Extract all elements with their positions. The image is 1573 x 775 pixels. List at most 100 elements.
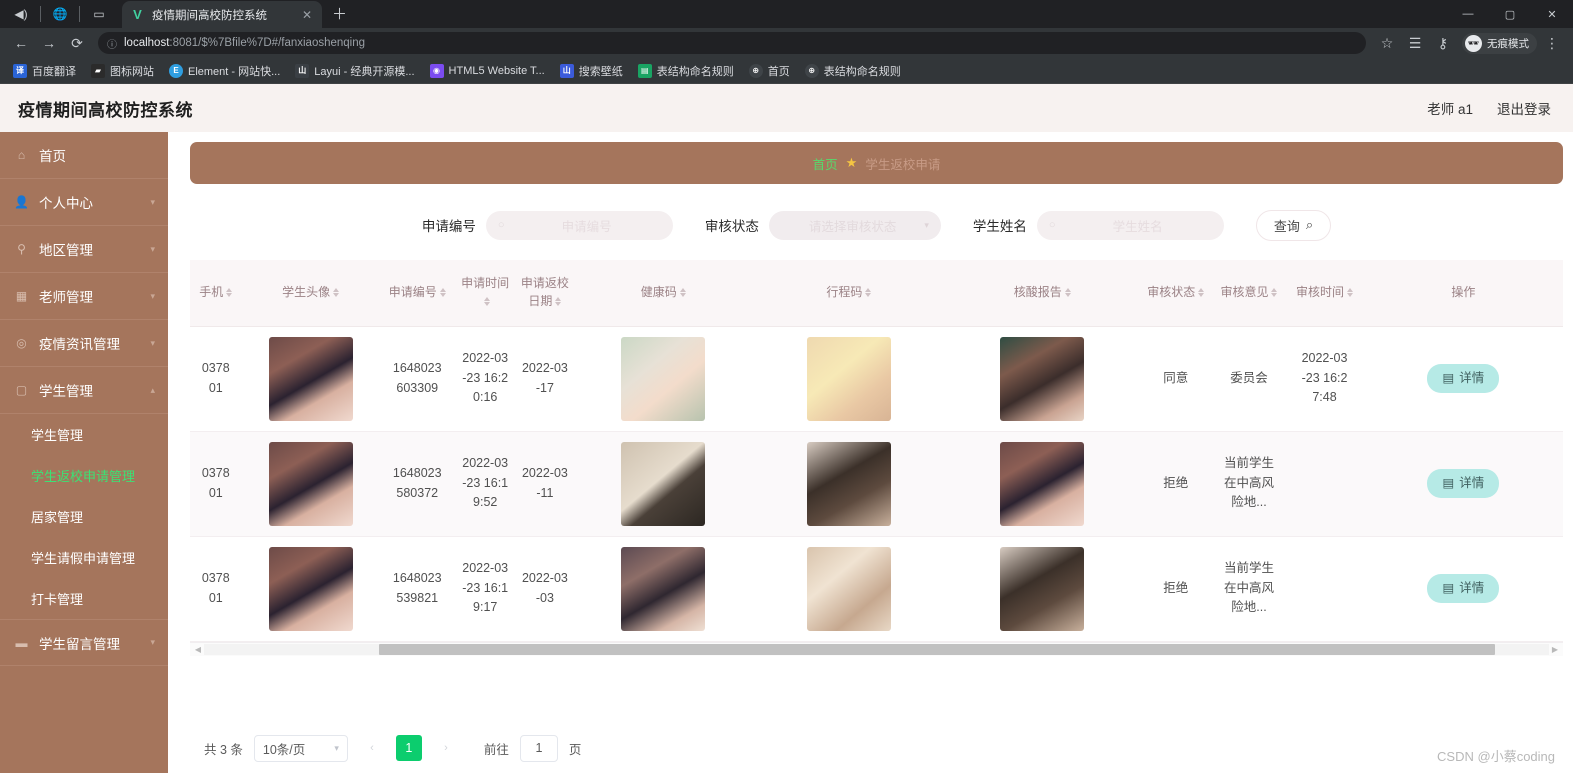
column-header-apply-no[interactable]: 申请编号 <box>379 260 455 327</box>
sort-icon[interactable] <box>483 297 490 307</box>
sort-icon[interactable] <box>865 288 872 298</box>
sort-icon[interactable] <box>555 297 562 307</box>
student-avatar[interactable] <box>268 336 353 421</box>
sort-icon[interactable] <box>226 288 233 298</box>
search-input-apply-no[interactable]: ○ 申请编号 <box>485 210 673 240</box>
column-header-nucleic-report[interactable]: 核酸报告 <box>945 260 1139 327</box>
sidebar-item-teacher[interactable]: ▦ 老师管理 ▾ <box>0 273 168 320</box>
logout-button[interactable]: 退出登录 <box>1497 98 1551 118</box>
close-window-button[interactable]: ✕ <box>1531 0 1573 28</box>
detail-button-label: 详情 <box>1459 475 1485 490</box>
page-number-1[interactable]: 1 <box>395 735 422 761</box>
column-header-travel-code[interactable]: 行程码 <box>752 260 946 327</box>
sidebar-subitem-return-application[interactable]: 学生返校申请管理 <box>0 455 168 496</box>
maximize-button[interactable]: ▢ <box>1489 0 1531 28</box>
bookmark-item[interactable]: ▰ 图标网站 <box>85 61 160 81</box>
column-header-review-time[interactable]: 审核时间 <box>1285 260 1364 327</box>
breadcrumb-home[interactable]: 首页 <box>813 154 838 173</box>
sidebar-item-student-message[interactable]: ▬ 学生留言管理 ▾ <box>0 619 168 666</box>
close-icon[interactable]: ✕ <box>300 8 314 22</box>
page-size-select[interactable]: 10条/页 ▾ <box>253 734 348 762</box>
sidebar-item-epidemic-news[interactable]: ◎ 疫情资讯管理 ▾ <box>0 320 168 367</box>
window-icon[interactable]: ▭ <box>82 0 116 28</box>
sort-icon[interactable] <box>1064 288 1071 298</box>
column-header-return-date[interactable]: 申请返校日期 <box>515 260 575 327</box>
column-label: 健康码 <box>640 285 677 300</box>
nucleic-report-image[interactable] <box>1000 546 1085 631</box>
sidebar-item-home[interactable]: ⌂ 首页 <box>0 132 168 179</box>
table-header: 手机 学生头像 申请编号 申请时间 申请返校日期 健康码 行程码 核酸报告 审核… <box>190 260 1563 327</box>
scroll-left-icon[interactable]: ◀ <box>192 645 204 654</box>
prev-page-button[interactable]: ‹ <box>359 735 385 761</box>
detail-button[interactable]: ▤ 详情 <box>1427 363 1500 394</box>
student-avatar[interactable] <box>268 441 353 526</box>
travel-code-image[interactable] <box>806 441 891 526</box>
sort-icon[interactable] <box>1347 288 1354 298</box>
column-header-phone[interactable]: 手机 <box>190 260 242 327</box>
sort-icon[interactable] <box>679 288 686 298</box>
bookmark-item[interactable]: 山 Layui - 经典开源模... <box>289 61 420 81</box>
forward-arrow-icon[interactable]: → <box>36 30 62 56</box>
browser-tab[interactable]: V 疫情期间高校防控系统 ✕ <box>122 1 322 28</box>
address-bar[interactable]: ⓘ localhost:8081/$%7Bfile%7D#/fanxiaoshe… <box>98 32 1366 54</box>
chevron-down-icon: ▾ <box>334 742 339 753</box>
globe-icon[interactable]: 🌐 <box>43 0 77 28</box>
column-header-avatar[interactable]: 学生头像 <box>241 260 380 327</box>
bookmark-item[interactable]: ◉ HTML5 Website T... <box>424 62 551 80</box>
star-icon[interactable]: ☆ <box>1374 30 1400 56</box>
bookmark-item[interactable]: E Element - 网站快... <box>163 61 286 81</box>
scroll-right-icon[interactable]: ▶ <box>1549 645 1561 654</box>
next-page-button[interactable]: › <box>433 735 459 761</box>
sidebar-item-student[interactable]: ▢ 学生管理 ▴ <box>0 367 168 414</box>
sidebar-subitem-home-manage[interactable]: 居家管理 <box>0 496 168 537</box>
query-button[interactable]: 查询 ⌕ <box>1255 209 1332 241</box>
bookmark-item[interactable]: ⊕ 首页 <box>743 61 796 81</box>
column-label: 审核意见 <box>1220 285 1269 300</box>
filter-label-student-name: 学生姓名 <box>972 219 1027 234</box>
column-header-review-status[interactable]: 审核状态 <box>1138 260 1213 327</box>
back-arrow-icon[interactable]: ← <box>8 30 34 56</box>
sidebar-subitem-leave-application[interactable]: 学生请假申请管理 <box>0 537 168 578</box>
health-code-image[interactable] <box>621 336 706 421</box>
sidebar-subitem-checkin[interactable]: 打卡管理 <box>0 578 168 619</box>
sort-icon[interactable] <box>1271 288 1278 298</box>
bookmark-item[interactable]: 译百度翻译 <box>7 61 82 81</box>
media-icon[interactable]: ◀) <box>4 0 38 28</box>
bookmark-item[interactable]: 山搜索壁纸 <box>554 61 629 81</box>
key-icon[interactable]: ⚷ <box>1430 30 1456 56</box>
nucleic-report-image[interactable] <box>1000 441 1085 526</box>
column-header-health-code[interactable]: 健康码 <box>574 260 753 327</box>
reading-list-icon[interactable]: ☰ <box>1402 30 1428 56</box>
detail-button[interactable]: ▤ 详情 <box>1427 573 1500 604</box>
home-icon: ⌂ <box>17 148 26 162</box>
bookmark-item[interactable]: ⊕ 表结构命名规则 <box>799 61 907 81</box>
health-code-image[interactable] <box>621 546 706 631</box>
search-input-student-name[interactable]: ○ 学生姓名 <box>1036 210 1224 240</box>
sidebar-item-region[interactable]: ⚲ 地区管理 ▾ <box>0 226 168 273</box>
flag-icon: ▰ <box>91 63 105 78</box>
sort-icon[interactable] <box>439 288 446 298</box>
health-code-image[interactable] <box>621 441 706 526</box>
select-review-status[interactable]: 请选择审核状态 ▾ <box>768 210 941 240</box>
minimize-button[interactable]: — <box>1447 0 1489 28</box>
new-tab-icon[interactable]: ＋ <box>332 3 347 24</box>
travel-code-image[interactable] <box>806 336 891 421</box>
column-header-apply-time[interactable]: 申请时间 <box>454 260 516 327</box>
sidebar-item-personal-center[interactable]: 👤 个人中心 ▾ <box>0 179 168 226</box>
reload-icon[interactable]: ⟳ <box>64 30 90 56</box>
travel-code-image[interactable] <box>806 546 891 631</box>
student-avatar[interactable] <box>268 546 353 631</box>
browser-menu-icon[interactable]: ⋮ <box>1539 30 1565 56</box>
horizontal-scrollbar[interactable]: ◀ ▶ <box>190 641 1563 656</box>
sort-icon[interactable] <box>333 288 340 298</box>
sort-icon[interactable] <box>1198 288 1205 298</box>
scrollbar-track[interactable] <box>204 643 1549 655</box>
sidebar-subitem-student-manage[interactable]: 学生管理 <box>0 414 168 455</box>
scrollbar-thumb[interactable] <box>378 643 1496 655</box>
incognito-indicator[interactable]: 🕶 无痕模式 <box>1462 32 1537 54</box>
detail-button[interactable]: ▤ 详情 <box>1427 468 1500 499</box>
bookmark-item[interactable]: ▤ 表结构命名规则 <box>632 61 740 81</box>
column-header-review-opinion[interactable]: 审核意见 <box>1212 260 1286 327</box>
nucleic-report-image[interactable] <box>1000 336 1085 421</box>
goto-input[interactable]: 1 <box>519 734 558 762</box>
